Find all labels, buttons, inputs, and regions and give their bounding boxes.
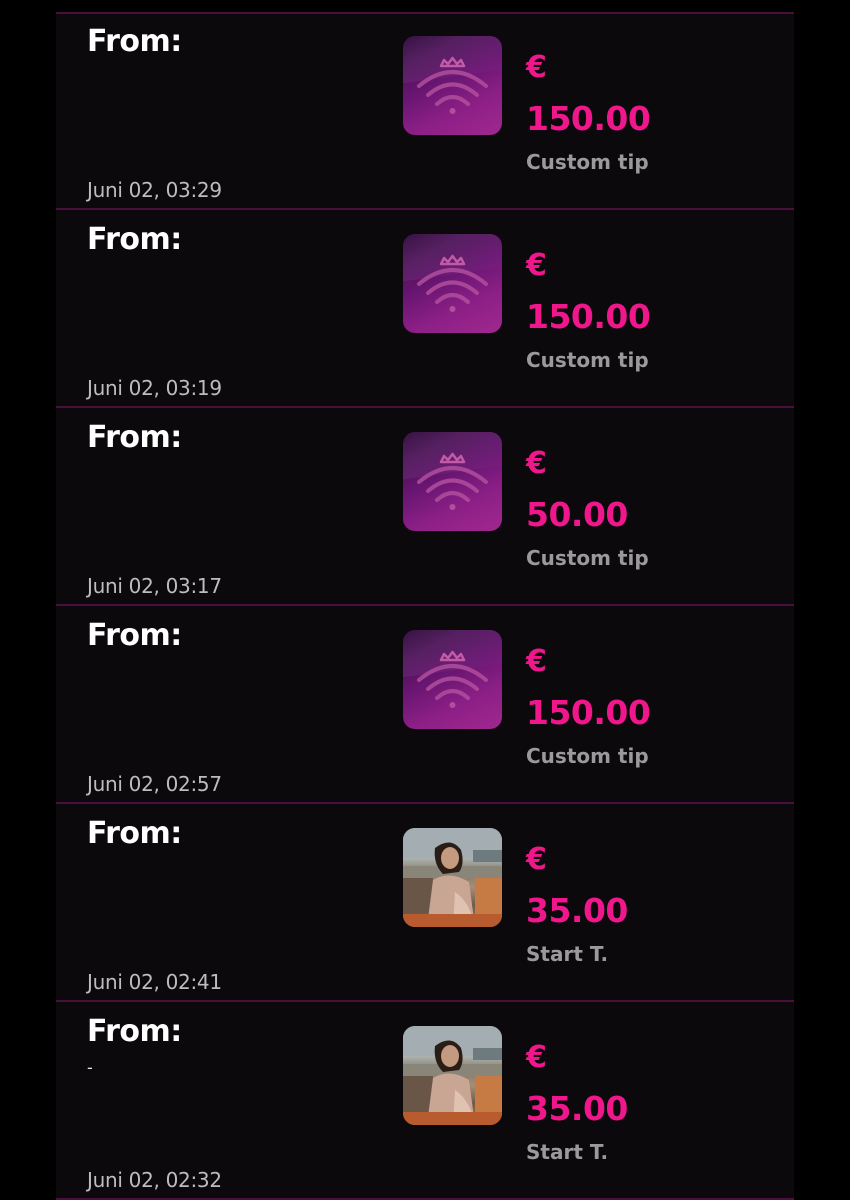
- transaction-timestamp: Juni 02, 02:32: [87, 1168, 222, 1192]
- transaction-row[interactable]: From: Juni 02, 02:57 € 150.00 Custom tip: [56, 608, 794, 804]
- transaction-timestamp: Juni 02, 03:19: [87, 376, 222, 400]
- transaction-row[interactable]: From: Juni 02, 02:41 € 35.00 Start T.: [56, 806, 794, 1002]
- wifi-crown-icon: [403, 630, 502, 729]
- tip-amount: 50.00: [526, 495, 628, 534]
- tip-type: Start T.: [526, 1140, 609, 1164]
- transaction-timestamp: Juni 02, 02:41: [87, 970, 222, 994]
- currency-symbol: €: [526, 842, 547, 877]
- wifi-crown-icon: [403, 432, 502, 531]
- tip-type: Custom tip: [526, 150, 649, 174]
- from-label: From:: [87, 618, 182, 653]
- tip-type: Start T.: [526, 942, 609, 966]
- tip-type: Custom tip: [526, 348, 649, 372]
- from-label: From:: [87, 420, 182, 455]
- transaction-row[interactable]: From: - Juni 02, 02:32 € 35.00 Start T.: [56, 1004, 794, 1200]
- currency-symbol: €: [526, 248, 547, 283]
- tip-amount: 150.00: [526, 99, 651, 138]
- tip-amount: 150.00: [526, 297, 651, 336]
- tip-amount: 35.00: [526, 891, 628, 930]
- transaction-timestamp: Juni 02, 03:17: [87, 574, 222, 598]
- tip-type: Custom tip: [526, 744, 649, 768]
- wifi-crown-icon: [403, 234, 502, 333]
- currency-symbol: €: [526, 50, 547, 85]
- from-label: From:: [87, 816, 182, 851]
- from-label: From:: [87, 1014, 182, 1049]
- transaction-timestamp: Juni 02, 02:57: [87, 772, 222, 796]
- wifi-crown-icon: [403, 36, 502, 135]
- transaction-list: From: Juni 02, 03:29 € 150.00 Custom tip…: [56, 12, 794, 1200]
- sender-name: -: [87, 1058, 93, 1077]
- profile-photo: [403, 1026, 502, 1125]
- transaction-row[interactable]: From: Juni 02, 03:29 € 150.00 Custom tip: [56, 14, 794, 210]
- currency-symbol: €: [526, 446, 547, 481]
- from-label: From:: [87, 24, 182, 59]
- currency-symbol: €: [526, 644, 547, 679]
- tip-amount: 35.00: [526, 1089, 628, 1128]
- tip-type: Custom tip: [526, 546, 649, 570]
- tip-amount: 150.00: [526, 693, 651, 732]
- transaction-timestamp: Juni 02, 03:29: [87, 178, 222, 202]
- transaction-row[interactable]: From: Juni 02, 03:17 € 50.00 Custom tip: [56, 410, 794, 606]
- profile-photo: [403, 828, 502, 927]
- from-label: From:: [87, 222, 182, 257]
- currency-symbol: €: [526, 1040, 547, 1075]
- transaction-row[interactable]: From: Juni 02, 03:19 € 150.00 Custom tip: [56, 212, 794, 408]
